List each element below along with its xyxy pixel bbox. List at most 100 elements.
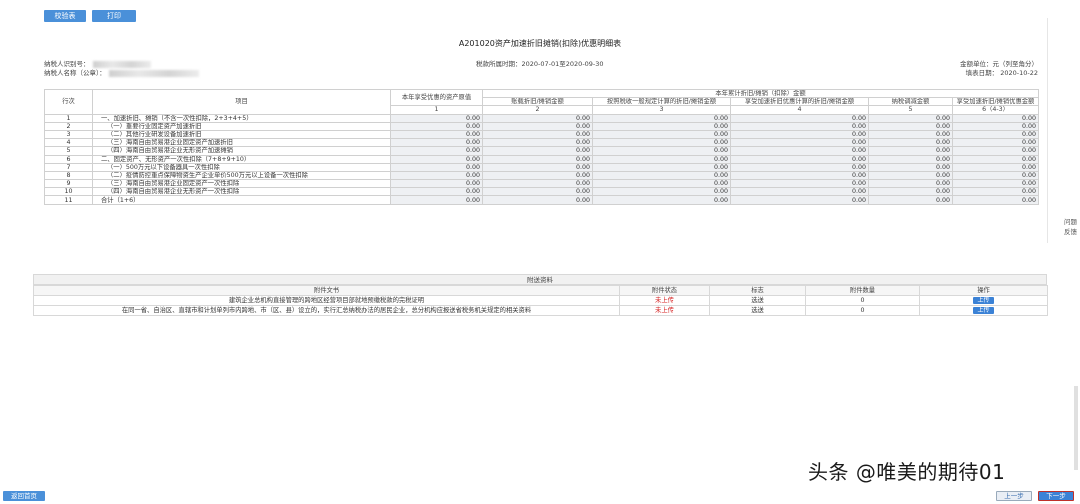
cell-adjustment-amount[interactable]: 0.00 xyxy=(868,113,953,123)
fill-date: 填表日期： 2020-10-22 xyxy=(965,69,1038,77)
attachment-flag: 选送 xyxy=(709,305,806,316)
cell-book-amount[interactable]: 0.00 xyxy=(482,138,593,148)
home-button[interactable]: 返回首页 xyxy=(3,491,45,501)
row-item: （四）海南自由贸易港企业无形资产加速摊销 xyxy=(92,146,391,156)
scrollbar[interactable] xyxy=(1074,386,1078,470)
cell-book-amount[interactable]: 0.00 xyxy=(482,113,593,123)
cell-adjustment-amount[interactable]: 0.00 xyxy=(868,195,953,205)
attach-header-status: 附件状态 xyxy=(619,285,710,296)
cell-accelerated-amount[interactable]: 0.00 xyxy=(730,162,869,172)
feedback-link-2[interactable]: 反馈 xyxy=(1064,226,1077,236)
cell-original-value[interactable]: 0.00 xyxy=(390,121,483,131)
cell-benefit-amount[interactable]: 0.00 xyxy=(951,195,1040,205)
next-step-button[interactable]: 下一步 xyxy=(1038,491,1074,501)
cell-benefit-amount[interactable]: 0.00 xyxy=(951,154,1040,164)
cell-adjustment-amount[interactable]: 0.00 xyxy=(868,179,953,189)
cell-general-amount[interactable]: 0.00 xyxy=(592,154,731,164)
upload-button[interactable]: 上传 xyxy=(973,307,994,314)
header-row-no: 行次 xyxy=(44,89,93,115)
cell-accelerated-amount[interactable]: 0.00 xyxy=(730,129,869,140)
cell-book-amount[interactable]: 0.00 xyxy=(482,154,593,164)
cell-general-amount[interactable]: 0.00 xyxy=(592,138,731,148)
cell-book-amount[interactable]: 0.00 xyxy=(482,179,593,189)
cell-general-amount[interactable]: 0.00 xyxy=(592,162,731,172)
upload-button[interactable]: 上传 xyxy=(973,297,994,304)
cell-adjustment-amount[interactable]: 0.00 xyxy=(868,121,953,131)
attach-header-doc: 附件文书 xyxy=(33,285,620,296)
cell-accelerated-amount[interactable]: 0.00 xyxy=(730,113,869,123)
cell-adjustment-amount[interactable]: 0.00 xyxy=(868,146,953,156)
attachment-action: 上传 xyxy=(919,305,1048,316)
header-col6: 享受加速折旧/摊销优惠金额 xyxy=(951,97,1040,107)
cell-original-value[interactable]: 0.00 xyxy=(390,187,483,197)
cell-benefit-amount[interactable]: 0.00 xyxy=(951,162,1040,172)
cell-adjustment-amount[interactable]: 0.00 xyxy=(868,162,953,172)
cell-accelerated-amount[interactable]: 0.00 xyxy=(730,170,869,181)
attachment-count: 0 xyxy=(805,305,920,316)
header-num-1: 1 xyxy=(390,105,483,115)
cell-accelerated-amount[interactable]: 0.00 xyxy=(730,121,869,131)
cell-general-amount[interactable]: 0.00 xyxy=(592,129,731,140)
feedback-link[interactable]: 问题 xyxy=(1064,216,1077,226)
cell-general-amount[interactable]: 0.00 xyxy=(592,146,731,156)
cell-book-amount[interactable]: 0.00 xyxy=(482,187,593,197)
cell-accelerated-amount[interactable]: 0.00 xyxy=(730,187,869,197)
cell-original-value[interactable]: 0.00 xyxy=(390,129,483,140)
table-row: 5 （四）海南自由贸易港企业无形资产加速摊销 0.00 0.00 0.00 0.00 0.0… xyxy=(44,146,1040,156)
cell-original-value[interactable]: 0.00 xyxy=(390,113,483,123)
cell-original-value[interactable]: 0.00 xyxy=(390,154,483,164)
cell-benefit-amount[interactable]: 0.00 xyxy=(951,138,1040,148)
row-item: （二）其他行业研发设备加速折旧 xyxy=(92,129,391,140)
cell-benefit-amount[interactable]: 0.00 xyxy=(951,179,1040,189)
cell-accelerated-amount[interactable]: 0.00 xyxy=(730,179,869,189)
header-col4: 享受加速折旧优惠计算的折旧/摊销金额 xyxy=(730,97,869,107)
cell-book-amount[interactable]: 0.00 xyxy=(482,195,593,205)
cell-general-amount[interactable]: 0.00 xyxy=(592,195,731,205)
cell-general-amount[interactable]: 0.00 xyxy=(592,179,731,189)
cell-adjustment-amount[interactable]: 0.00 xyxy=(868,129,953,140)
cell-accelerated-amount[interactable]: 0.00 xyxy=(730,146,869,156)
attach-header-count: 附件数量 xyxy=(805,285,920,296)
attachment-row: 建筑企业总机构直接管理的跨地区经营项目部就地预缴税款的完税证明 未上传 选送 0 上传 xyxy=(33,295,1048,306)
cell-book-amount[interactable]: 0.00 xyxy=(482,146,593,156)
cell-book-amount[interactable]: 0.00 xyxy=(482,129,593,140)
cell-original-value[interactable]: 0.00 xyxy=(390,146,483,156)
cell-original-value[interactable]: 0.00 xyxy=(390,138,483,148)
cell-benefit-amount[interactable]: 0.00 xyxy=(951,129,1040,140)
row-item: 合计（1+6） xyxy=(92,195,391,205)
cell-general-amount[interactable]: 0.00 xyxy=(592,170,731,181)
prev-step-button[interactable]: 上一步 xyxy=(996,491,1032,501)
attach-header-action: 操作 xyxy=(919,285,1048,296)
cell-book-amount[interactable]: 0.00 xyxy=(482,170,593,181)
cell-benefit-amount[interactable]: 0.00 xyxy=(951,187,1040,197)
cell-general-amount[interactable]: 0.00 xyxy=(592,187,731,197)
cell-general-amount[interactable]: 0.00 xyxy=(592,121,731,131)
table-row: 1 一、加速折旧、摊销（不含一次性扣除，2+3+4+5） 0.00 0.00 0.00 0… xyxy=(44,113,1040,123)
attachments-title: 附送资料 xyxy=(33,274,1047,285)
cell-accelerated-amount[interactable]: 0.00 xyxy=(730,195,869,205)
cell-benefit-amount[interactable]: 0.00 xyxy=(951,121,1040,131)
cell-benefit-amount[interactable]: 0.00 xyxy=(951,170,1040,181)
attachment-doc: 建筑企业总机构直接管理的跨地区经营项目部就地预缴税款的完税证明 xyxy=(33,295,620,306)
watermark-text: 头条 @唯美的期待01 xyxy=(808,460,1006,484)
cell-adjustment-amount[interactable]: 0.00 xyxy=(868,154,953,164)
cell-original-value[interactable]: 0.00 xyxy=(390,170,483,181)
row-item: （四）海南自由贸易港企业无形资产一次性扣除 xyxy=(92,187,391,197)
cell-accelerated-amount[interactable]: 0.00 xyxy=(730,154,869,164)
row-number: 11 xyxy=(44,195,93,205)
cell-general-amount[interactable]: 0.00 xyxy=(592,113,731,123)
cell-accelerated-amount[interactable]: 0.00 xyxy=(730,138,869,148)
cell-original-value[interactable]: 0.00 xyxy=(390,179,483,189)
table-row: 11 合计（1+6） 0.00 0.00 0.00 0.00 0.00 0.00 xyxy=(44,195,1040,205)
cell-adjustment-amount[interactable]: 0.00 xyxy=(868,187,953,197)
cell-original-value[interactable]: 0.00 xyxy=(390,195,483,205)
cell-book-amount[interactable]: 0.00 xyxy=(482,162,593,172)
cell-adjustment-amount[interactable]: 0.00 xyxy=(868,138,953,148)
cell-adjustment-amount[interactable]: 0.00 xyxy=(868,170,953,181)
cell-benefit-amount[interactable]: 0.00 xyxy=(951,113,1040,123)
attachments-table: 附件文书 附件状态 标志 附件数量 操作 建筑企业总机构直接管理的跨地区经营项目… xyxy=(33,285,1048,316)
cell-book-amount[interactable]: 0.00 xyxy=(482,121,593,131)
cell-benefit-amount[interactable]: 0.00 xyxy=(951,146,1040,156)
cell-original-value[interactable]: 0.00 xyxy=(390,162,483,172)
depreciation-table: 行次 项目 本年享受优惠的资产原值 本年累计折旧/摊销（扣除）金额 账载折旧/摊… xyxy=(44,88,1040,205)
